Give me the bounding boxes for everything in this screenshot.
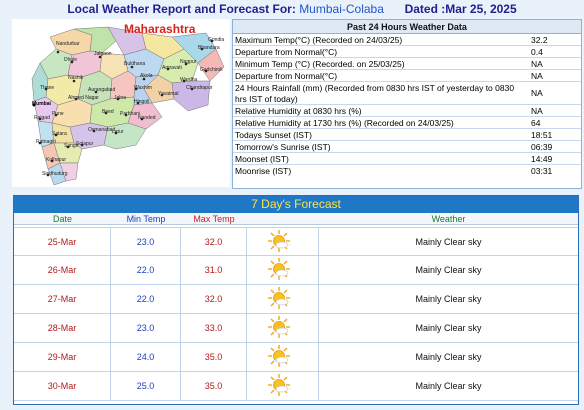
forecast-weather: Mainly Clear sky <box>415 265 482 275</box>
past-row-rh-0830: Relative Humidity at 0830 hrs (%) NA <box>233 105 581 117</box>
forecast-header-row: Date Min Temp Max Temp Weather <box>14 213 578 225</box>
forecast-weather: Mainly Clear sky <box>415 236 482 247</box>
forecast-row: 27-Mar 22.0 32.0 Mainly Clear sky <box>14 285 578 314</box>
mainly-clear-sky-icon <box>267 229 291 255</box>
past-label: Moonrise (IST) <box>235 166 292 176</box>
forecast-row: 26-Mar 22.0 31.0 Mainly Clear sky <box>14 256 578 285</box>
past-row-rh-1730: Relative Humidity at 1730 hrs (%) (Recor… <box>233 117 581 129</box>
forecast-min-temp: 25.0 <box>111 372 181 400</box>
seven-day-forecast-table: 7 Day's Forecast Date Min Temp Max Temp … <box>13 195 579 405</box>
forecast-max-temp: 31.0 <box>181 256 247 284</box>
map-markers <box>32 39 214 177</box>
past-label: 24 Hours Rainfall (mm) (Recorded from 08… <box>235 83 515 104</box>
past-label: Moonset (IST) <box>235 154 289 164</box>
past-value: NA <box>531 106 543 116</box>
forecast-weather: Mainly Clear sky <box>415 381 482 391</box>
mainly-clear-sky-icon <box>267 315 291 341</box>
past-row-sunrise: Tomorrow's Sunrise (IST) 06:39 <box>233 141 581 153</box>
past-value: 64 <box>531 118 541 128</box>
header-prefix: Local Weather Report and Forecast For: <box>67 2 296 16</box>
forecast-date: 30-Mar <box>14 372 111 400</box>
forecast-icon-cell <box>247 343 319 371</box>
forecast-weather: Mainly Clear sky <box>415 294 482 304</box>
past-label: Departure from Normal(°C) <box>235 47 338 57</box>
header-weather-col: Weather <box>431 214 466 224</box>
forecast-min-temp: 23.0 <box>111 314 181 342</box>
past-label: Departure from Normal(°C) <box>235 71 338 81</box>
forecast-min-temp: 22.0 <box>111 256 181 284</box>
forecast-max-temp: 32.0 <box>181 228 247 255</box>
mainly-clear-sky-icon <box>267 344 291 370</box>
maharashtra-map: Maharashtra Nandurbar Jalgaon Buldhana D… <box>12 19 230 187</box>
past-row-max-temp: Maximum Temp(°C) (Recorded on 24/03/25) … <box>233 34 581 46</box>
forecast-date: 29-Mar <box>14 343 111 371</box>
forecast-title: 7 Day's Forecast <box>14 196 578 213</box>
past-label: Tomorrow's Sunrise (IST) <box>235 142 331 152</box>
forecast-rows: 25-Mar 23.0 32.0 Mainly Clear sky 26-Mar 22.… <box>14 225 578 401</box>
past-value: NA <box>531 71 543 81</box>
forecast-date: 25-Mar <box>14 228 111 255</box>
header-min-temp-col: Min Temp <box>126 214 166 224</box>
past-row-min-departure: Departure from Normal(°C) NA <box>233 70 581 82</box>
past-row-rainfall: 24 Hours Rainfall (mm) (Recorded from 08… <box>233 82 581 105</box>
forecast-date: 27-Mar <box>14 285 111 313</box>
forecast-icon-cell <box>247 256 319 284</box>
past-value: 06:39 <box>531 142 553 152</box>
mainly-clear-sky-icon <box>267 286 291 312</box>
past-value: 14:49 <box>531 154 553 164</box>
past-row-min-temp: Minimum Temp (°C) (Recorded. on 25/03/25… <box>233 58 581 70</box>
forecast-min-temp: 22.0 <box>111 285 181 313</box>
past-label: Relative Humidity at 1730 hrs (%) (Recor… <box>235 118 454 128</box>
forecast-weather: Mainly Clear sky <box>415 352 482 362</box>
forecast-max-temp: 33.0 <box>181 314 247 342</box>
forecast-weather: Mainly Clear sky <box>415 323 482 333</box>
past-label: Relative Humidity at 0830 hrs (%) <box>235 106 362 116</box>
forecast-icon-cell <box>247 314 319 342</box>
past-value: NA <box>531 59 543 69</box>
header-date: Dated :Mar 25, 2025 <box>404 2 517 16</box>
past-row-moonrise: Moonrise (IST) 03:31 <box>233 165 581 177</box>
header-max-temp-col: Max Temp <box>193 214 235 224</box>
header-icon-col <box>247 213 319 224</box>
forecast-max-temp: 35.0 <box>181 343 247 371</box>
forecast-date: 26-Mar <box>14 256 111 284</box>
forecast-icon-cell <box>247 372 319 400</box>
header-date-col: Date <box>52 214 72 224</box>
past-value: 18:51 <box>531 130 553 140</box>
past-value: 03:31 <box>531 166 553 176</box>
header-location: Mumbai-Colaba <box>299 2 384 16</box>
past-label: Todays Sunset (IST) <box>235 130 313 140</box>
forecast-row: 29-Mar 24.0 35.0 Mainly Clear sky <box>14 343 578 372</box>
past-row-moonset: Moonset (IST) 14:49 <box>233 153 581 165</box>
past-label: Maximum Temp(°C) (Recorded on 24/03/25) <box>235 35 403 45</box>
forecast-icon-cell <box>247 228 319 255</box>
past-row-sunset: Todays Sunset (IST) 18:51 <box>233 129 581 141</box>
past-label: Minimum Temp (°C) (Recorded. on 25/03/25… <box>235 59 405 69</box>
forecast-date: 28-Mar <box>14 314 111 342</box>
forecast-min-temp: 24.0 <box>111 343 181 371</box>
past-24h-weather-table: Past 24 Hours Weather Data Maximum Temp(… <box>232 19 582 189</box>
past-value: 32.2 <box>531 35 548 45</box>
forecast-row: 30-Mar 25.0 35.0 Mainly Clear sky <box>14 372 578 401</box>
mainly-clear-sky-icon <box>267 257 291 283</box>
past-row-max-departure: Departure from Normal(°C) 0.4 <box>233 46 581 58</box>
past-value: NA <box>531 87 543 98</box>
forecast-max-temp: 35.0 <box>181 372 247 400</box>
forecast-row: 25-Mar 23.0 32.0 Mainly Clear sky <box>14 227 578 256</box>
past-value: 0.4 <box>531 47 543 57</box>
forecast-max-temp: 32.0 <box>181 285 247 313</box>
past-table-title: Past 24 Hours Weather Data <box>233 20 581 34</box>
mainly-clear-sky-icon <box>267 373 291 399</box>
page-header: Local Weather Report and Forecast For: M… <box>0 2 584 16</box>
forecast-row: 28-Mar 23.0 33.0 Mainly Clear sky <box>14 314 578 343</box>
forecast-min-temp: 23.0 <box>111 228 181 255</box>
forecast-icon-cell <box>247 285 319 313</box>
